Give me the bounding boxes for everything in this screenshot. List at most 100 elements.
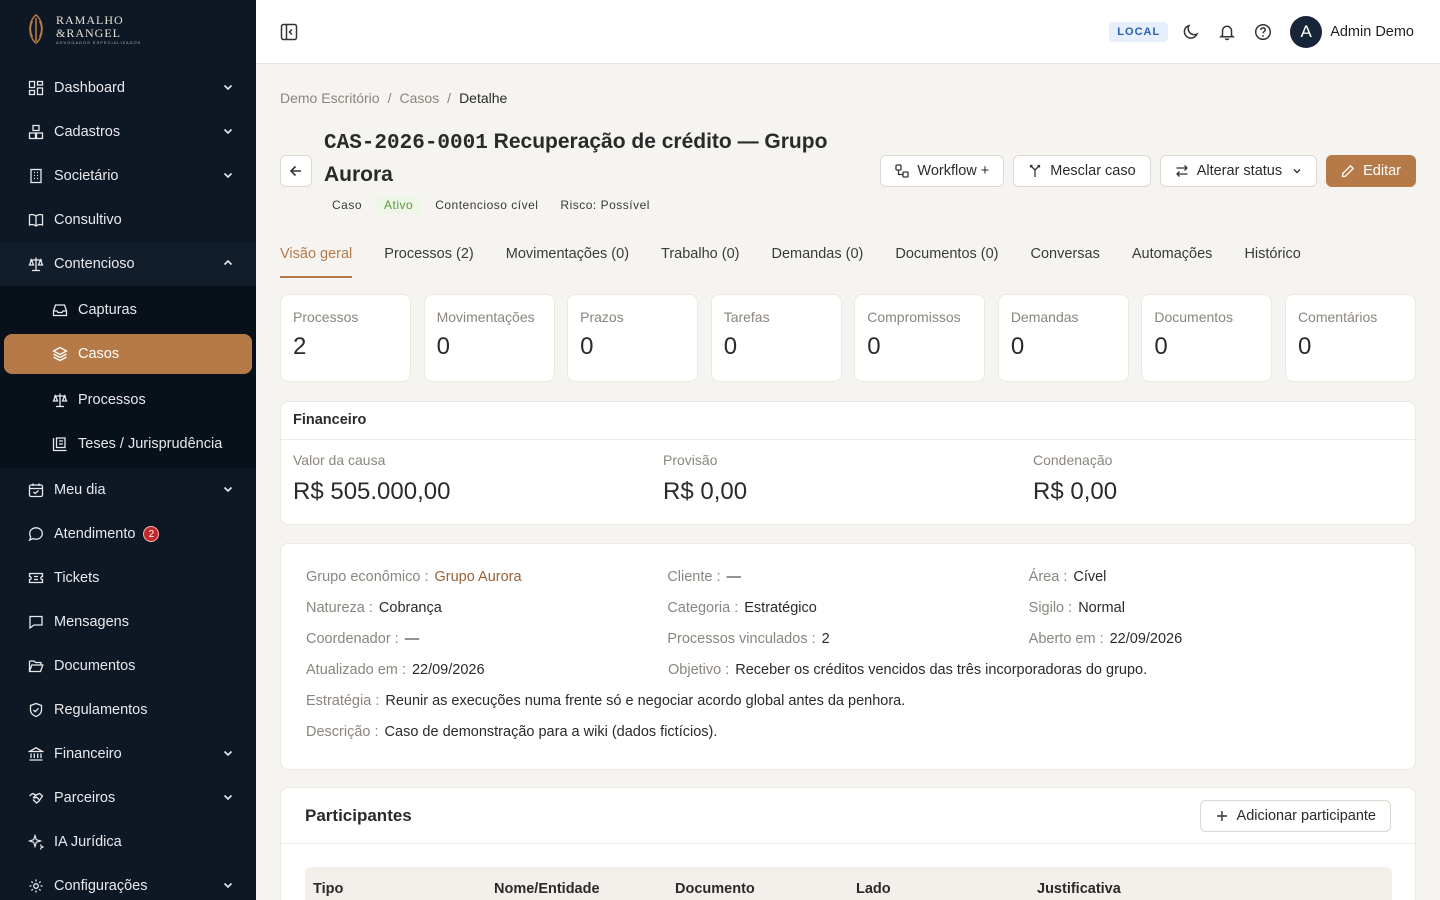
help-circle-icon[interactable]: [1254, 23, 1272, 41]
sidebar-item-regulamentos[interactable]: Regulamentos: [0, 688, 256, 732]
sidebar-item-teses[interactable]: Teses / Jurisprudência: [0, 422, 256, 466]
detail-value: Caso de demonstração para a wiki (dados …: [384, 724, 718, 740]
stat-card: Movimentações 0: [423, 294, 555, 382]
sidebar-item-processos[interactable]: Processos: [0, 378, 256, 422]
case-code: CAS-2026-0001: [324, 132, 488, 155]
participants-table-header: Tipo Nome/Entidade Documento Lado Justif…: [305, 867, 1392, 900]
sidebar-item-label: Atendimento: [54, 526, 136, 542]
main-content: Demo Escritório / Casos / Detalhe CAS-2026-0…: [280, 64, 1416, 900]
sidebar-item-atendimento[interactable]: Atendimento 2: [0, 512, 256, 556]
moon-icon[interactable]: [1182, 23, 1200, 41]
detail-label: Área :: [1028, 569, 1068, 585]
breadcrumb-current: Detalhe: [459, 90, 508, 106]
sidebar-item-mensagens[interactable]: Mensagens: [0, 600, 256, 644]
stat-value: 0: [580, 333, 594, 360]
sidebar-item-label: Casos: [78, 346, 120, 362]
merge-case-button[interactable]: Mesclar caso: [1013, 155, 1151, 187]
stat-value: 0: [1154, 333, 1168, 360]
financial-value: R$ 0,00: [1033, 478, 1118, 505]
tab-documentos[interactable]: Documentos (0): [895, 242, 998, 278]
column-header[interactable]: Lado: [856, 881, 1037, 900]
brand-logo[interactable]: RAMALHO &RANGEL ADVOGADOS ESPECIALIZADOS: [0, 0, 256, 58]
breadcrumb: Demo Escritório / Casos / Detalhe: [280, 90, 508, 106]
plus-icon: [1216, 810, 1227, 821]
workflow-button[interactable]: Workflow +: [880, 155, 1005, 187]
gear-icon: [29, 879, 43, 893]
sidebar-item-dashboard[interactable]: Dashboard: [0, 66, 256, 110]
sidebar-item-consultivo[interactable]: Consultivo: [0, 198, 256, 242]
case-tabs: Visão geral Processos (2) Movimentações …: [280, 242, 1333, 278]
sidebar-item-financeiro[interactable]: Financeiro: [0, 732, 256, 776]
detail-value: 22/09/2026: [411, 662, 485, 678]
sidebar-toggle-icon[interactable]: [280, 23, 298, 41]
financial-label: Provisão: [663, 452, 718, 468]
chevron-up-icon: [223, 259, 233, 266]
workflow-icon: [895, 164, 910, 178]
detail-value: Receber os créditos vencidos das três in…: [735, 662, 1148, 678]
column-header[interactable]: Documento: [675, 881, 856, 900]
merge-case-button-label: Mesclar caso: [1050, 163, 1136, 179]
pencil-icon: [1341, 164, 1355, 178]
sidebar-item-label: Societário: [54, 168, 119, 184]
tab-automacoes[interactable]: Automações: [1132, 242, 1213, 278]
tab-conversas[interactable]: Conversas: [1031, 242, 1100, 278]
brand-line-3: ADVOGADOS ESPECIALIZADOS: [56, 39, 142, 45]
tab-trabalho[interactable]: Trabalho (0): [661, 242, 739, 278]
sidebar-item-meu-dia[interactable]: Meu dia: [0, 468, 256, 512]
detail-value: —: [726, 569, 742, 585]
change-status-dropdown[interactable]: Alterar status: [1159, 155, 1318, 187]
sidebar-item-parceiros[interactable]: Parceiros: [0, 776, 256, 820]
boxes-icon: [28, 124, 44, 140]
detail-label: Grupo econômico :: [306, 569, 429, 585]
page-title: CAS-2026-0001 Recuperação de crédito — G…: [324, 126, 844, 190]
avatar[interactable]: A: [1290, 16, 1323, 48]
tab-movimentacoes[interactable]: Movimentações (0): [506, 242, 629, 278]
economic-group-link[interactable]: Grupo Aurora: [435, 569, 522, 585]
brand-line-1: RAMALHO: [56, 12, 124, 27]
sidebar-item-ia-juridica[interactable]: IA Jurídica: [0, 820, 256, 864]
sidebar-item-label: Mensagens: [54, 614, 129, 630]
column-header[interactable]: Nome/Entidade: [494, 881, 675, 900]
back-button[interactable]: [280, 155, 312, 187]
breadcrumb-item[interactable]: Casos: [399, 90, 439, 106]
tab-demandas[interactable]: Demandas (0): [771, 242, 863, 278]
sidebar-item-cadastros[interactable]: Cadastros: [0, 110, 256, 154]
edit-button[interactable]: Editar: [1326, 155, 1416, 187]
detail-label: Processos vinculados :: [667, 631, 816, 647]
merge-icon: [1030, 164, 1041, 177]
sidebar-item-capturas[interactable]: Capturas: [0, 288, 256, 332]
sidebar-item-label: Meu dia: [54, 482, 106, 498]
tab-processos[interactable]: Processos (2): [384, 242, 473, 278]
tab-historico[interactable]: Histórico: [1244, 242, 1300, 278]
sidebar-item-contencioso[interactable]: Contencioso: [0, 242, 256, 286]
sidebar-item-label: Configurações: [54, 878, 148, 894]
stat-card: Comentários 0: [1284, 294, 1416, 382]
handshake-icon: [29, 792, 44, 804]
detail-value: 22/09/2026: [1109, 631, 1183, 647]
shield-check-icon: [29, 702, 43, 718]
stat-card: Tarefas 0: [710, 294, 842, 382]
chat-bubble-icon: [28, 527, 43, 542]
sidebar-item-configuracoes[interactable]: Configurações: [0, 864, 256, 900]
add-participant-button[interactable]: Adicionar participante: [1199, 799, 1391, 832]
stat-label: Demandas: [1010, 309, 1079, 325]
stat-label: Compromissos: [867, 309, 961, 325]
contencioso-submenu: Capturas Casos Processos Teses / Jurispr…: [0, 286, 256, 468]
user-name[interactable]: Admin Demo: [1330, 24, 1414, 40]
bell-icon[interactable]: [1218, 23, 1236, 41]
sidebar-item-documentos[interactable]: Documentos: [0, 644, 256, 688]
breadcrumb-item[interactable]: Demo Escritório: [280, 90, 380, 106]
financial-label: Condenação: [1033, 452, 1113, 468]
header-actions: Workflow + Mesclar caso Alterar status E…: [871, 155, 1416, 187]
stat-card: Demandas 0: [997, 294, 1129, 382]
column-header[interactable]: Tipo: [313, 881, 494, 900]
tab-visao-geral[interactable]: Visão geral: [280, 242, 353, 278]
detail-label: Coordenador :: [306, 631, 399, 647]
case-tags: Caso Ativo Contencioso cível Risco: Poss…: [324, 196, 664, 214]
layers-icon: [52, 346, 68, 362]
chevron-down-icon: [223, 750, 233, 757]
sidebar-item-tickets[interactable]: Tickets: [0, 556, 256, 600]
sidebar-item-societario[interactable]: Societário: [0, 154, 256, 198]
column-header[interactable]: Justificativa: [1037, 881, 1218, 900]
sidebar-item-casos[interactable]: Casos: [4, 334, 252, 374]
